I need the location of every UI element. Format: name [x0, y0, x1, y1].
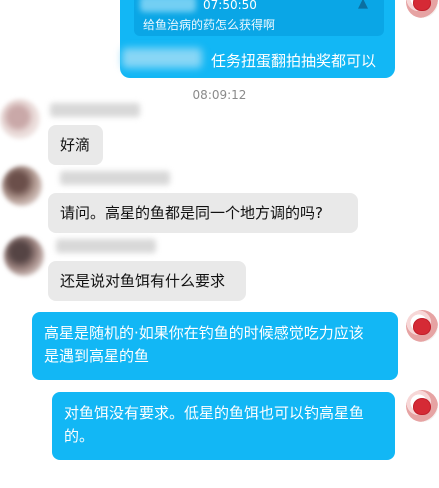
- sender-name-blurred: [56, 239, 156, 253]
- message-timestamp: 08:09:12: [192, 88, 247, 102]
- contact-avatar[interactable]: [0, 99, 40, 139]
- outgoing-message-line: 的。: [64, 427, 95, 445]
- sender-name-blurred: [60, 171, 170, 185]
- incoming-message-bubble[interactable]: 请问。高星的鱼都是同一个地方调的吗?: [48, 193, 358, 233]
- self-avatar[interactable]: [406, 390, 438, 422]
- outgoing-message-line: 是遇到高星的鱼: [44, 347, 150, 365]
- outgoing-message-line: 对鱼饵没有要求。低星的鱼饵也可以钓高星鱼: [64, 404, 365, 422]
- sender-name-blurred: [50, 103, 140, 117]
- self-avatar[interactable]: [406, 310, 438, 342]
- reply-message-text: 任务扭蛋翻拍抽奖都可以: [211, 52, 377, 70]
- self-avatar[interactable]: [406, 0, 438, 18]
- apple-avatar-icon: [414, 399, 430, 414]
- contact-avatar[interactable]: [2, 166, 42, 206]
- mention-blurred: [122, 48, 202, 68]
- outgoing-message-bubble[interactable]: 对鱼饵没有要求。低星的鱼饵也可以钓高星鱼 的。: [52, 392, 395, 460]
- quoted-sender-blurred: [140, 0, 196, 12]
- contact-avatar[interactable]: [4, 236, 44, 276]
- apple-avatar-icon: [414, 0, 430, 10]
- outgoing-message-line: 高星是随机的·如果你在钓鱼的时候感觉吃力应该: [44, 324, 364, 342]
- incoming-message-bubble[interactable]: 好滴: [48, 125, 103, 165]
- outgoing-message-bubble[interactable]: 高星是随机的·如果你在钓鱼的时候感觉吃力应该 是遇到高星的鱼: [32, 312, 398, 380]
- quoted-message-time: 07:50:50: [203, 0, 257, 12]
- quoted-message-text: 给鱼治病的药怎么获得啊: [143, 18, 276, 32]
- apple-avatar-icon: [414, 319, 430, 334]
- incoming-message-bubble[interactable]: 还是说对鱼饵有什么要求: [48, 261, 246, 301]
- arrow-up-icon[interactable]: ▲: [358, 0, 368, 11]
